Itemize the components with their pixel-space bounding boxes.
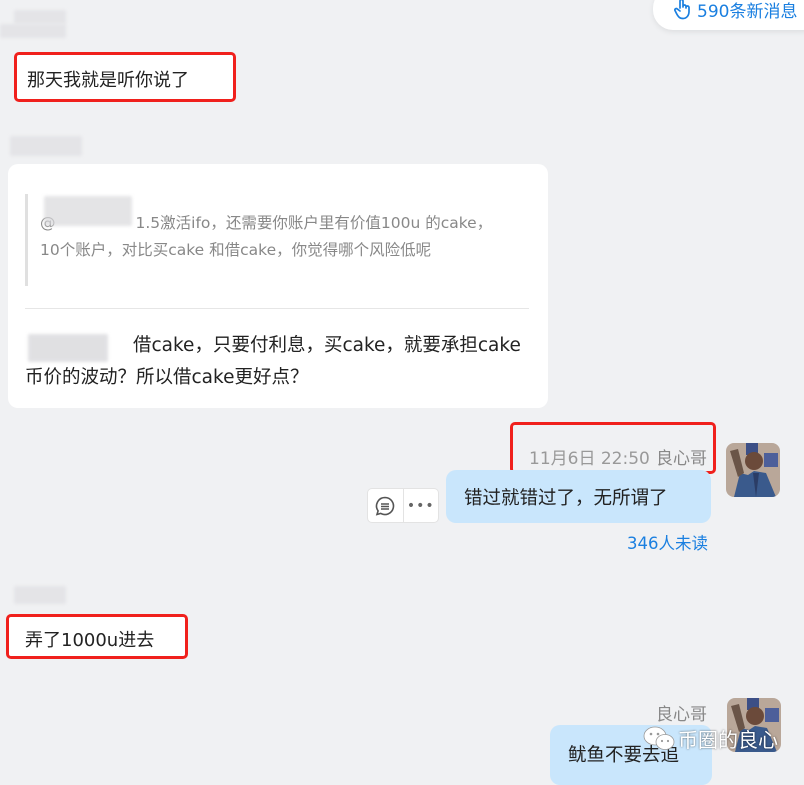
blurred-mention — [44, 196, 132, 226]
avatar-image — [726, 443, 780, 497]
sender-name: 良心哥 — [656, 449, 707, 469]
blurred-mention — [28, 334, 108, 362]
blurred-sender-name — [14, 10, 66, 24]
new-messages-label: 590条新消息 — [697, 1, 798, 22]
message-text: 错过就错过了，无所谓了 — [464, 488, 668, 509]
message-timestamp: 11月6日 22:50 — [529, 449, 650, 469]
watermark: 币圈的良心 — [642, 724, 778, 753]
new-messages-button[interactable]: 590条新消息 — [653, 0, 804, 30]
hand-pointer-icon — [674, 0, 690, 20]
sender-name: 良心哥 — [656, 705, 707, 725]
message-text: 那天我就是听你说了 — [27, 70, 189, 91]
blurred-sender-name — [10, 136, 82, 156]
message-text: 弄了1000u进去 — [25, 630, 155, 651]
avatar[interactable] — [726, 443, 780, 497]
message-bubble[interactable]: 那天我就是听你说了 — [14, 52, 236, 102]
message-bubble[interactable]: 错过就错过了，无所谓了 — [446, 470, 711, 523]
message-bubble[interactable]: 弄了1000u进去 — [6, 614, 188, 659]
watermark-text: 币圈的良心 — [678, 728, 778, 752]
message-actions: ••• — [367, 488, 439, 523]
quote-bar — [25, 194, 28, 286]
reply-button[interactable] — [368, 489, 403, 522]
blurred-sender-name — [0, 24, 66, 38]
unread-count[interactable]: 346人未读 — [627, 530, 708, 554]
reply-bubble-icon — [376, 496, 395, 516]
quote-divider — [25, 308, 529, 309]
more-button[interactable]: ••• — [402, 489, 439, 522]
wechat-icon — [643, 726, 675, 750]
more-dots-icon: ••• — [406, 497, 435, 514]
blurred-sender-name — [14, 586, 66, 604]
